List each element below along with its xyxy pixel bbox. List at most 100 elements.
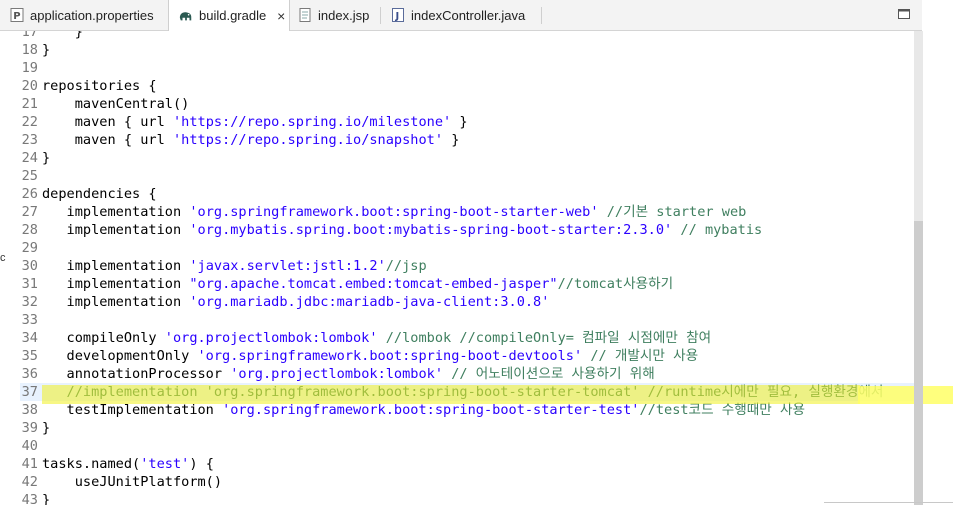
code-line: 21 mavenCentral(): [20, 95, 914, 113]
line-number: 24: [21, 150, 38, 166]
code-text: useJUnitPlatform(): [42, 473, 222, 491]
tab-build-gradle[interactable]: build.gradle ×: [168, 0, 290, 31]
code-token: dependencies {: [42, 186, 157, 202]
code-line: 20 repositories {: [20, 77, 914, 95]
code-editor[interactable]: 17 } 18} 19 20 repositories {21 mavenCentral…: [20, 31, 914, 505]
code-token: maven { url: [42, 132, 173, 148]
code-line: 29: [20, 239, 914, 257]
tab-index-jsp[interactable]: index.jsp: [288, 0, 380, 30]
comment: //lombok //compileOnly= 컴파일 시점에만 참여: [377, 330, 712, 346]
comment: // mybatis: [672, 222, 763, 238]
string-literal: 'org.springframework.boot:spring-boot-st…: [222, 402, 640, 418]
string-literal: 'test': [140, 456, 190, 472]
code-line: 40: [20, 437, 914, 455]
code-text: implementation 'org.mybatis.spring.boot:…: [42, 221, 763, 239]
code-line: 25: [20, 167, 914, 185]
code-line: 30 implementation 'javax.servlet:jstl:1.…: [20, 257, 914, 275]
code-line: 17 }: [20, 31, 914, 41]
code-token: }: [42, 420, 51, 436]
code-token: implementation: [42, 276, 190, 292]
editor-tab-bar: P application.properties build.gradle × …: [0, 0, 922, 31]
code-line: 27 implementation 'org.springframework.b…: [20, 203, 914, 221]
highlight-marker: [42, 385, 860, 404]
jsp-file-icon: [298, 8, 312, 22]
code-line: 39}: [20, 419, 914, 437]
svg-text:J: J: [395, 11, 400, 22]
maximize-icon[interactable]: [896, 6, 912, 22]
line-number: 32: [21, 294, 38, 310]
line-number: 26: [21, 186, 38, 202]
code-text: compileOnly 'org.projectlombok:lombok' /…: [42, 329, 712, 347]
comment: //tomcat사용하기: [557, 276, 674, 292]
line-number: 43: [21, 492, 38, 505]
line-number: 25: [21, 168, 38, 184]
code-token: repositories {: [42, 78, 157, 94]
comment: // 개발시만 사용: [582, 348, 699, 364]
tab-index-controller-java[interactable]: J indexController.java: [381, 0, 541, 30]
string-literal: 'org.mybatis.spring.boot:mybatis-spring-…: [189, 222, 673, 238]
code-token: }: [42, 42, 51, 58]
code-token: maven { url: [42, 114, 173, 130]
tab-label: build.gradle: [199, 8, 267, 23]
tab-label: index.jsp: [318, 7, 370, 23]
code-text: }: [42, 149, 50, 167]
code-line: 36 annotationProcessor 'org.projectlombo…: [20, 365, 914, 383]
line-number: 22: [21, 114, 38, 130]
code-token: ) {: [189, 456, 214, 472]
line-number: 18: [21, 42, 38, 58]
line-number: 27: [21, 204, 38, 220]
comment: //test코드 수행때만 사용: [639, 402, 805, 418]
line-number: 17: [21, 31, 38, 40]
code-text: implementation "org.apache.tomcat.embed:…: [42, 275, 674, 293]
line-number: 19: [21, 60, 38, 76]
comment: // 어노테이션으로 사용하기 위해: [443, 366, 655, 382]
code-line: 22 maven { url 'https://repo.spring.io/m…: [20, 113, 914, 131]
string-literal: 'https://repo.spring.io/snapshot': [172, 132, 444, 148]
code-line: 19: [20, 59, 914, 77]
tab-label: application.properties: [30, 7, 154, 23]
java-file-icon: J: [391, 8, 405, 22]
highlight-marker-tail: [858, 386, 953, 404]
comment: //기본 starter web: [598, 204, 747, 220]
code-line: 35 developmentOnly 'org.springframework.…: [20, 347, 914, 365]
tab-application-properties[interactable]: P application.properties: [0, 0, 168, 30]
svg-text:P: P: [13, 11, 20, 22]
code-token: implementation: [42, 222, 190, 238]
code-line: 28 implementation 'org.mybatis.spring.bo…: [20, 221, 914, 239]
string-literal: 'https://repo.spring.io/milestone': [172, 114, 452, 130]
line-number: 36: [21, 366, 38, 382]
vertical-scrollbar[interactable]: [914, 31, 923, 505]
code-token: }: [443, 132, 460, 148]
properties-file-icon: P: [10, 8, 24, 22]
gradle-elephant-icon: [179, 9, 193, 23]
code-text: }: [42, 41, 50, 59]
code-token: tasks.named(: [42, 456, 141, 472]
string-literal: 'org.springframework.boot:spring-boot-de…: [197, 348, 583, 364]
line-number: 34: [21, 330, 38, 346]
code-line: 32 implementation 'org.mariadb.jdbc:mari…: [20, 293, 914, 311]
line-number: 37: [21, 384, 38, 400]
line-number: 21: [21, 96, 38, 112]
line-number: 23: [21, 132, 38, 148]
string-literal: 'org.projectlombok:lombok': [164, 330, 378, 346]
code-token: implementation: [42, 258, 190, 274]
code-line: 18}: [20, 41, 914, 59]
code-text: implementation 'org.mariadb.jdbc:mariadb…: [42, 293, 550, 311]
scrollbar-thumb[interactable]: [914, 221, 923, 505]
code-text: annotationProcessor 'org.projectlombok:l…: [42, 365, 655, 383]
code-line: 42 useJUnitPlatform(): [20, 473, 914, 491]
code-line: 43}: [20, 491, 914, 505]
code-token: mavenCentral(): [42, 96, 190, 112]
window-edge: [824, 502, 953, 503]
code-token: implementation: [42, 294, 190, 310]
code-line: 23 maven { url 'https://repo.spring.io/s…: [20, 131, 914, 149]
code-token: annotationProcessor: [42, 366, 231, 382]
code-text: repositories {: [42, 77, 157, 95]
close-icon[interactable]: ×: [274, 8, 288, 24]
tab-separator: [541, 7, 542, 24]
line-number: 39: [21, 420, 38, 436]
code-text: }: [42, 419, 50, 437]
code-text: developmentOnly 'org.springframework.boo…: [42, 347, 699, 365]
code-text: maven { url 'https://repo.spring.io/mile…: [42, 113, 468, 131]
code-text: tasks.named('test') {: [42, 455, 214, 473]
